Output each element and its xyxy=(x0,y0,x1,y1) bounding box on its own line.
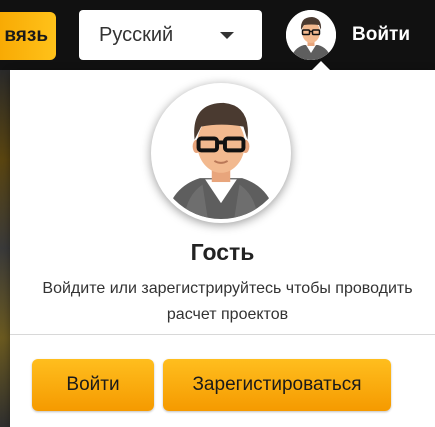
header-login-link[interactable]: Войти xyxy=(352,24,410,46)
guest-avatar-icon xyxy=(155,87,287,219)
feedback-button-label: вязь xyxy=(4,25,48,46)
panel-pointer xyxy=(312,61,330,70)
feedback-button[interactable]: вязь xyxy=(0,12,56,60)
register-button-label: Зарегистироваться xyxy=(192,374,362,395)
top-bar: вязь Русский Войти xyxy=(0,0,435,70)
profile-description: Войдите или зарегистрируйтесь чтобы пров… xyxy=(42,280,413,323)
login-button-label: Войти xyxy=(66,374,120,395)
language-select[interactable]: Русский xyxy=(79,10,262,60)
login-button[interactable]: Войти xyxy=(32,359,154,411)
user-avatar[interactable] xyxy=(286,10,336,60)
guest-avatar-icon xyxy=(286,10,336,60)
profile-avatar xyxy=(151,83,291,223)
profile-dropdown-panel: Гость Войдите или зарегистрируйтесь чтоб… xyxy=(10,61,435,427)
language-select-value: Русский xyxy=(99,23,174,46)
divider xyxy=(10,334,435,335)
register-button[interactable]: Зарегистироваться xyxy=(163,359,391,411)
chevron-down-icon xyxy=(220,32,234,39)
profile-name: Гость xyxy=(190,239,255,265)
